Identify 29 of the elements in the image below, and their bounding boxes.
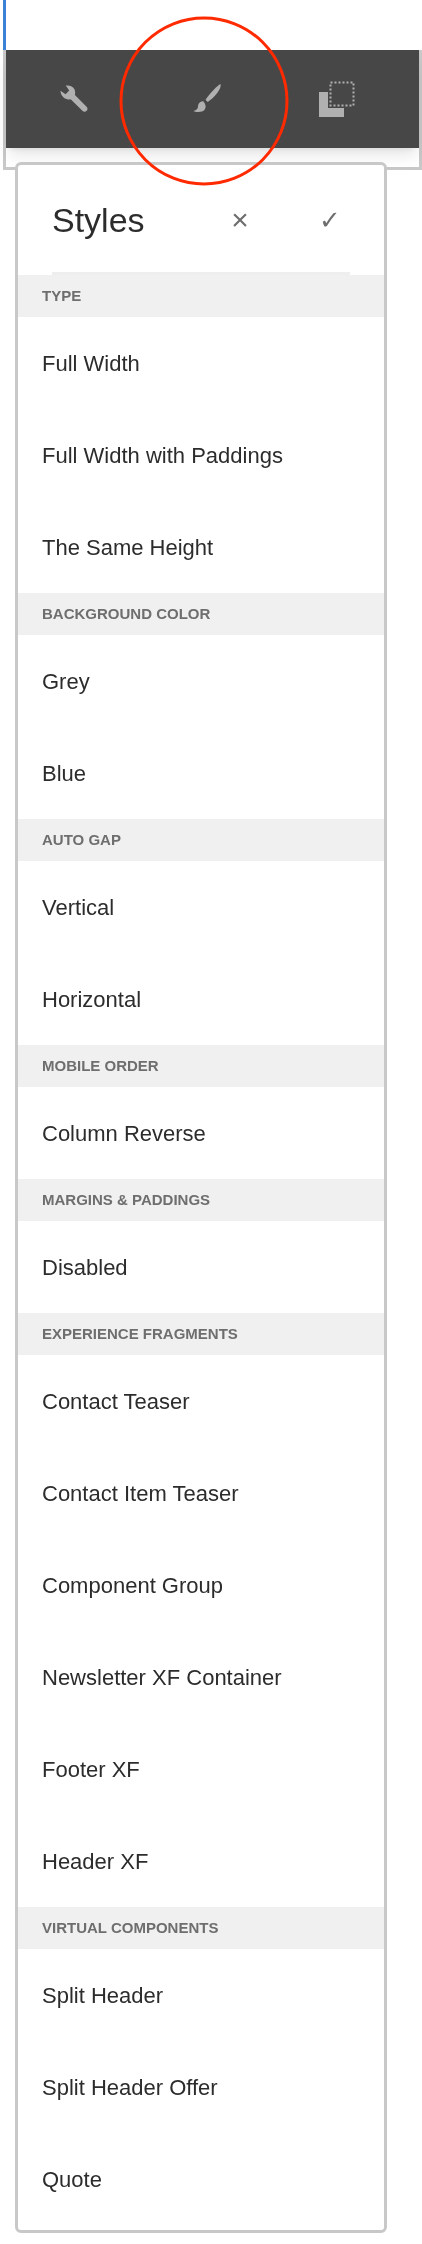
- section-heading: MARGINS & PADDINGS: [18, 1179, 384, 1221]
- style-option[interactable]: Vertical: [18, 861, 384, 953]
- section-heading: AUTO GAP: [18, 819, 384, 861]
- layers-icon[interactable]: [319, 81, 355, 117]
- style-option[interactable]: Horizontal: [18, 953, 384, 1045]
- style-option[interactable]: Blue: [18, 727, 384, 819]
- section-heading: MOBILE ORDER: [18, 1045, 384, 1087]
- style-option[interactable]: Split Header Offer: [18, 2041, 384, 2133]
- style-option[interactable]: The Same Height: [18, 501, 384, 593]
- style-option[interactable]: Header XF: [18, 1815, 384, 1907]
- style-option[interactable]: Component Group: [18, 1539, 384, 1631]
- section-heading: VIRTUAL COMPONENTS: [18, 1907, 384, 1949]
- style-option[interactable]: Contact Item Teaser: [18, 1447, 384, 1539]
- style-option[interactable]: Grey: [18, 635, 384, 727]
- close-button[interactable]: ×: [210, 205, 270, 235]
- style-option[interactable]: Column Reverse: [18, 1087, 384, 1179]
- style-option[interactable]: Disabled: [18, 1221, 384, 1313]
- confirm-button[interactable]: ✓: [310, 207, 350, 233]
- section-heading: BACKGROUND COLOR: [18, 593, 384, 635]
- panel-title: Styles: [52, 199, 146, 241]
- section-heading: TYPE: [18, 275, 384, 317]
- style-option[interactable]: Newsletter XF Container: [18, 1631, 384, 1723]
- style-option[interactable]: Quote: [18, 2133, 384, 2225]
- style-option[interactable]: Split Header: [18, 1949, 384, 2041]
- section-heading: EXPERIENCE FRAGMENTS: [18, 1313, 384, 1355]
- style-option[interactable]: Full Width with Paddings: [18, 409, 384, 501]
- style-option[interactable]: Full Width: [18, 317, 384, 409]
- style-option[interactable]: Contact Teaser: [18, 1355, 384, 1447]
- style-option[interactable]: Footer XF: [18, 1723, 384, 1815]
